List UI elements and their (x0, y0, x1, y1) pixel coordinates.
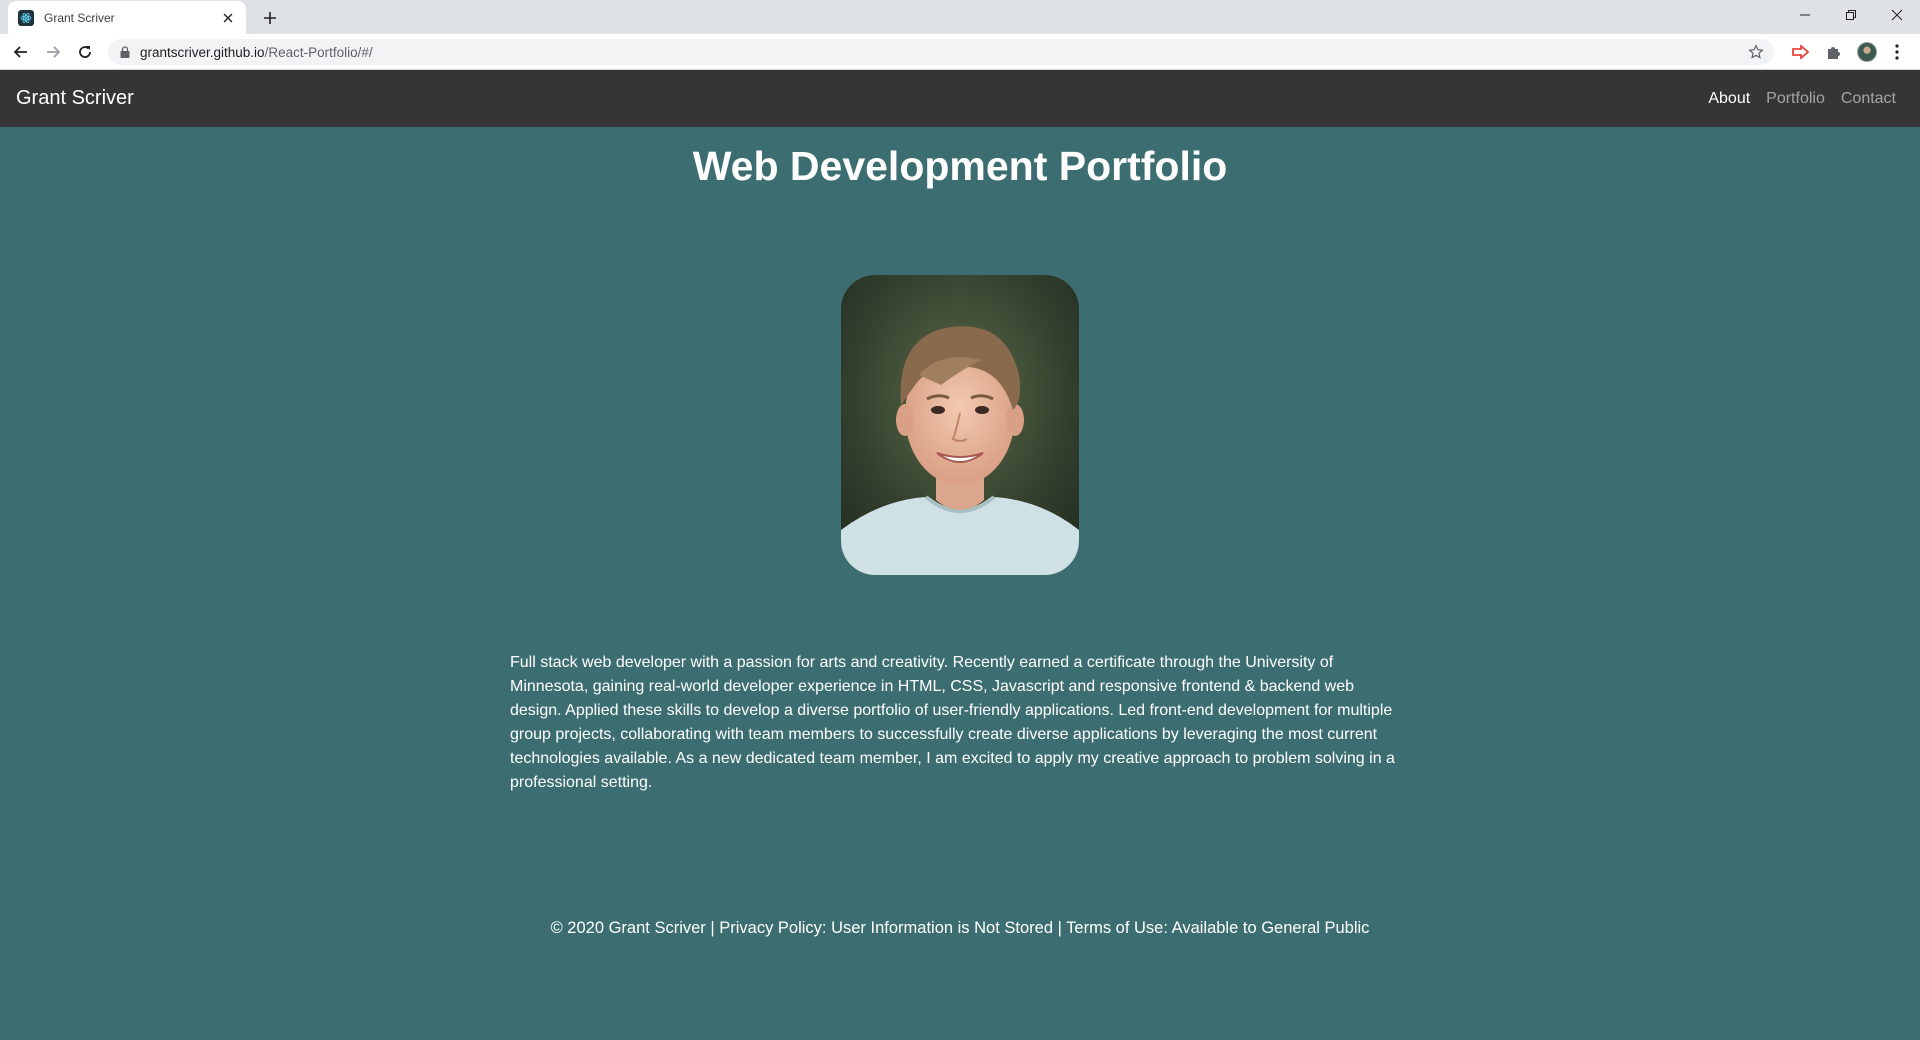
close-window-icon[interactable] (1874, 0, 1920, 30)
page-title: Web Development Portfolio (692, 143, 1228, 189)
back-arrow-icon[interactable] (9, 40, 33, 64)
extensions-puzzle-icon[interactable] (1822, 40, 1846, 64)
nav-link-contact[interactable]: Contact (1833, 90, 1904, 108)
profile-avatar-icon (1857, 42, 1877, 62)
nav-links: About Portfolio Contact (1700, 90, 1904, 108)
nav-link-portfolio[interactable]: Portfolio (1758, 90, 1833, 108)
address-bar[interactable]: grantscriver.github.io/React-Portfolio/#… (108, 39, 1774, 65)
about-section: Web Development Portfolio Full stack web… (0, 127, 1920, 1040)
new-tab-icon[interactable] (258, 6, 282, 30)
browser-tab-strip: Grant Scriver (0, 0, 1920, 34)
nav-link-about[interactable]: About (1700, 90, 1758, 108)
bookmark-star-icon[interactable] (1748, 44, 1764, 65)
browser-menu-icon[interactable] (1885, 40, 1909, 64)
url-host: grantscriver.github.io (140, 44, 265, 60)
url-path: /React-Portfolio/#/ (264, 44, 373, 60)
react-favicon-icon (18, 9, 34, 26)
site-navbar: Grant Scriver About Portfolio Contact (0, 70, 1920, 127)
browser-tab[interactable]: Grant Scriver (8, 1, 246, 34)
restore-window-icon[interactable] (1828, 0, 1874, 30)
tab-title: Grant Scriver (44, 10, 115, 25)
extension-icon[interactable] (1789, 40, 1813, 64)
reload-icon[interactable] (73, 40, 97, 64)
lock-icon[interactable] (120, 46, 130, 58)
minimize-window-icon[interactable] (1782, 0, 1828, 30)
url-text: grantscriver.github.io/React-Portfolio/#… (140, 45, 373, 60)
profile-photo (841, 275, 1079, 575)
site-brand[interactable]: Grant Scriver (16, 87, 134, 110)
bio-paragraph: Full stack web developer with a passion … (510, 654, 1395, 791)
profile-avatar[interactable] (1855, 40, 1879, 64)
forward-arrow-icon[interactable] (41, 40, 65, 64)
browser-toolbar: grantscriver.github.io/React-Portfolio/#… (0, 34, 1920, 70)
site-footer: © 2020 Grant Scriver | Privacy Policy: U… (550, 919, 1370, 937)
close-tab-icon[interactable] (220, 10, 236, 26)
